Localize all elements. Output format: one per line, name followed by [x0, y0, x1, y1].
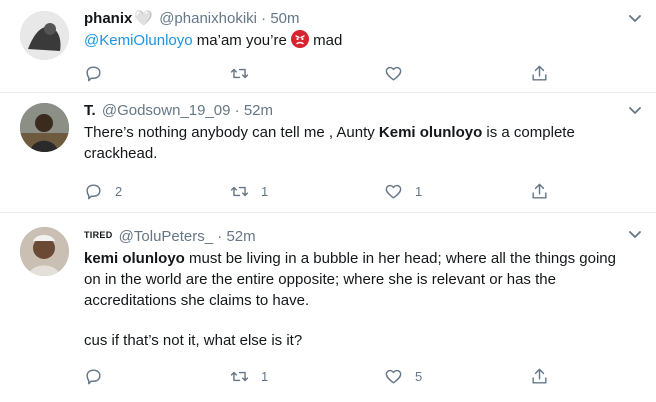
retweet-button[interactable]: 1 [230, 366, 268, 386]
reply-icon [86, 368, 101, 384]
handle[interactable]: @phanixhokiki [159, 10, 257, 27]
share-icon [532, 368, 547, 384]
heart-icon [385, 184, 402, 199]
avatar[interactable] [20, 11, 69, 60]
chevron-down-icon[interactable] [628, 230, 642, 240]
like-button[interactable]: 1 [384, 181, 422, 201]
tweet-text: There’s nothing anybody can tell me , Au… [84, 124, 575, 162]
retweet-count: 1 [261, 183, 269, 199]
tweet-header: T. @Godsown_19_09 · 52m [84, 102, 274, 119]
heart-icon [385, 369, 402, 384]
display-name[interactable]: T. [84, 102, 96, 119]
display-name[interactable]: TIRED [84, 230, 113, 240]
like-button[interactable] [384, 63, 415, 83]
timestamp[interactable]: 52m [226, 228, 255, 245]
timestamp[interactable]: 52m [244, 102, 273, 119]
handle[interactable]: @ToluPeters_ [119, 228, 213, 245]
tweet-3[interactable]: TIRED @ToluPeters_ · 52m kemi olunloyo m… [0, 213, 656, 402]
avatar[interactable] [20, 103, 69, 152]
retweet-button[interactable]: 1 [230, 181, 268, 201]
tweet-header: TIRED @ToluPeters_ · 52m [84, 228, 256, 245]
avatar-image [20, 227, 69, 276]
share-button[interactable] [530, 63, 549, 83]
retweet-icon [230, 68, 249, 78]
chevron-down-icon[interactable] [628, 14, 642, 24]
handle[interactable]: @Godsown_19_09 [102, 102, 231, 119]
tweet-text: kemi olunloyo must be living in a bubble… [84, 250, 616, 309]
heart-badge: 🤍 [134, 10, 154, 27]
tweet-text-second-paragraph: cus if that’s not it, what else is it? [84, 332, 303, 349]
avatar[interactable] [20, 227, 69, 276]
share-icon [532, 183, 547, 199]
reply-icon [86, 65, 101, 81]
reply-button[interactable]: 2 [84, 181, 122, 201]
avatar-image [20, 11, 69, 60]
retweet-count: 1 [261, 368, 269, 384]
tweet-2[interactable]: T. @Godsown_19_09 · 52m There’s nothing … [0, 93, 656, 213]
reply-count: 2 [115, 183, 123, 199]
mention-link[interactable]: @KemiOlunloyo [84, 32, 193, 49]
like-count: 5 [415, 368, 423, 384]
angry-face-emoji [290, 30, 309, 48]
avatar-image [20, 103, 69, 152]
retweet-button[interactable] [230, 63, 261, 83]
tweet-header: phanix 🤍 @phanixhokiki · 50m [84, 10, 300, 27]
reply-button[interactable] [84, 366, 115, 386]
reply-button[interactable] [84, 63, 115, 83]
retweet-icon [230, 371, 249, 381]
reply-icon [86, 183, 101, 199]
like-button[interactable]: 5 [384, 366, 422, 386]
timestamp[interactable]: 50m [270, 10, 299, 27]
share-button[interactable] [530, 366, 549, 386]
share-button[interactable] [530, 181, 549, 201]
share-icon [532, 65, 547, 81]
retweet-icon [230, 186, 249, 196]
tweet-1[interactable]: phanix 🤍 @phanixhokiki · 50m @KemiOlunloy… [0, 0, 656, 93]
heart-icon [385, 66, 402, 81]
tweet-text: @KemiOlunloyo ma’am you’re mad [84, 30, 343, 49]
like-count: 1 [415, 183, 423, 199]
display-name[interactable]: phanix [84, 10, 132, 27]
chevron-down-icon[interactable] [628, 106, 642, 116]
